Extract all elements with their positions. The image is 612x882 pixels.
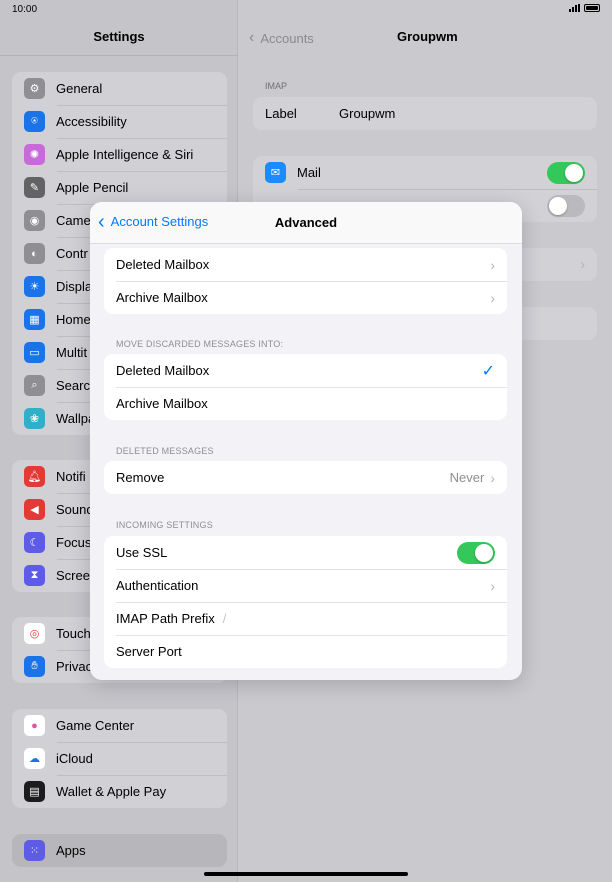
privacy-icon: ✋︎ — [24, 656, 45, 677]
icloud-icon: ☁ — [24, 748, 45, 769]
control-center-icon: ◐ — [24, 243, 45, 264]
deleted-messages-header: DELETED MESSAGES — [116, 446, 214, 456]
siri-icon: ✺ — [24, 144, 45, 165]
chevron-left-icon: ‹ — [249, 29, 255, 46]
sheet-nav-bar: ‹ Account Settings Advanced — [90, 202, 522, 244]
incoming-settings-header: INCOMING SETTINGS — [116, 520, 213, 530]
search-icon: ⌕ — [24, 375, 45, 396]
chevron-right-icon: › — [490, 577, 495, 594]
multitasking-icon: ▭ — [24, 342, 45, 363]
sidebar-divider — [0, 55, 238, 56]
archive-mailbox-row[interactable]: Archive Mailbox › — [104, 281, 507, 314]
display-icon: ☀ — [24, 276, 45, 297]
use-ssl-toggle[interactable] — [457, 541, 495, 564]
status-time: 10:00 — [12, 4, 38, 15]
authentication-row[interactable]: Authentication › — [104, 569, 507, 602]
detail-title: Groupwm — [397, 29, 458, 44]
apps-icon: ⁙ — [24, 840, 45, 861]
touch-id-icon: ◎ — [24, 623, 45, 644]
move-option-archive-mailbox[interactable]: Archive Mailbox — [104, 387, 507, 420]
notifications-icon: 🔔︎ — [24, 466, 45, 487]
deleted-mailbox-row[interactable]: Deleted Mailbox › — [104, 248, 507, 281]
deleted-messages-card: Remove Never › — [104, 461, 507, 494]
label-row[interactable]: Label Groupwm — [253, 97, 597, 130]
pencil-icon: ✎ — [24, 177, 45, 198]
home-indicator — [204, 872, 408, 876]
chevron-right-icon: › — [580, 256, 585, 272]
mail-row: ✉ Mail — [253, 156, 597, 189]
imap-section-header: IMAP — [265, 81, 288, 91]
mailbox-behaviors-card: Deleted Mailbox › Archive Mailbox › — [104, 248, 507, 314]
incoming-settings-card: Use SSL Authentication › IMAP Path Prefi… — [104, 536, 507, 668]
chevron-right-icon: › — [490, 289, 495, 306]
sidebar-item-general[interactable]: ⚙ General — [12, 72, 227, 105]
sidebar-item-apps[interactable]: ⁙ Apps — [12, 834, 227, 867]
sidebar-item-icloud[interactable]: ☁ iCloud — [12, 742, 227, 775]
screen-time-icon: ⧗ — [24, 565, 45, 586]
use-ssl-row: Use SSL — [104, 536, 507, 569]
signal-icon — [569, 4, 580, 12]
gear-icon: ⚙ — [24, 78, 45, 99]
checkmark-icon: ✓ — [481, 362, 495, 380]
accessibility-icon: ⍟ — [24, 111, 45, 132]
imap-path-prefix-row: IMAP Path Prefix / — [104, 602, 507, 635]
wallet-icon: ▤ — [24, 781, 45, 802]
status-indicators — [569, 4, 600, 12]
focus-icon: ☾ — [24, 532, 45, 553]
game-center-icon: ● — [24, 715, 45, 736]
sound-icon: ◀ — [24, 499, 45, 520]
mail-icon: ✉ — [265, 162, 286, 183]
back-to-accounts-button[interactable]: ‹ Accounts — [249, 29, 314, 47]
chevron-right-icon: › — [490, 469, 495, 486]
wallpaper-icon: ❀ — [24, 408, 45, 429]
label-key: Label — [265, 106, 297, 121]
chevron-right-icon: › — [490, 256, 495, 273]
sidebar-item-game-center[interactable]: ● Game Center — [12, 709, 227, 742]
imap-path-prefix-input[interactable]: / — [223, 611, 227, 626]
sidebar-item-apple-intelligence[interactable]: ✺ Apple Intelligence & Siri — [12, 138, 227, 171]
back-to-account-settings-button[interactable]: ‹ Account Settings — [98, 210, 208, 233]
remove-row[interactable]: Remove Never › — [104, 461, 507, 494]
sidebar-item-wallet[interactable]: ▤ Wallet & Apple Pay — [12, 775, 227, 808]
sidebar-title: Settings — [93, 29, 145, 44]
move-discarded-card: Deleted Mailbox ✓ Archive Mailbox — [104, 354, 507, 420]
sidebar-item-accessibility[interactable]: ⍟ Accessibility — [12, 105, 227, 138]
move-option-deleted-mailbox[interactable]: Deleted Mailbox ✓ — [104, 354, 507, 387]
mail-toggle[interactable] — [547, 161, 585, 184]
sidebar-item-apple-pencil[interactable]: ✎ Apple Pencil — [12, 171, 227, 204]
advanced-settings-sheet: ‹ Account Settings Advanced Deleted Mail… — [90, 202, 522, 680]
status-bar: 10:00 — [0, 0, 612, 18]
battery-icon — [584, 4, 600, 12]
camera-icon: ◉ — [24, 210, 45, 231]
home-screen-icon: ▦ — [24, 309, 45, 330]
move-discarded-header: MOVE DISCARDED MESSAGES INTO: — [116, 339, 284, 349]
label-value: Groupwm — [339, 106, 396, 121]
server-port-row[interactable]: Server Port — [104, 635, 507, 668]
remove-value: Never — [449, 470, 485, 485]
chevron-left-icon: ‹ — [98, 210, 105, 233]
notes-toggle[interactable] — [547, 195, 585, 217]
sidebar-group-services: ● Game Center ☁ iCloud ▤ Wallet & Apple Pay — [12, 709, 227, 808]
